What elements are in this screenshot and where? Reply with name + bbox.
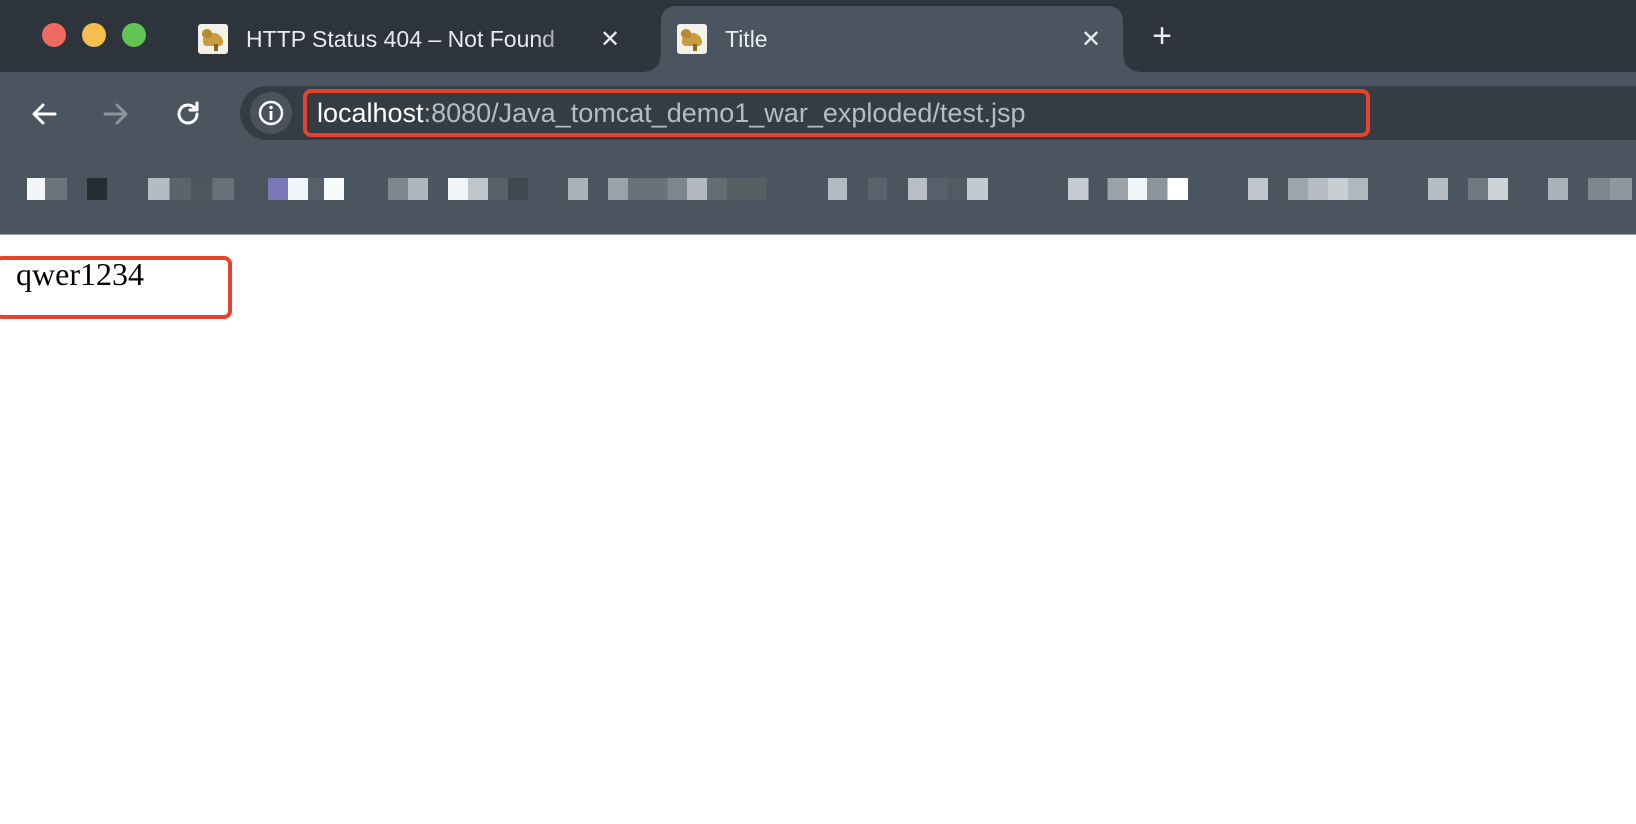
back-button[interactable] — [24, 94, 64, 134]
bookmark-item[interactable] — [1288, 178, 1368, 200]
tab-close-icon[interactable]: ✕ — [596, 25, 624, 53]
tab-http-status-404[interactable]: HTTP Status 404 – Not Found ✕ — [176, 6, 642, 72]
url-path: :8080/Java_tomcat_demo1_war_exploded/tes… — [423, 97, 1026, 128]
bookmark-item[interactable] — [608, 178, 788, 200]
bookmark-item[interactable] — [1588, 178, 1632, 200]
browser-toolbar: localhost:8080/Java_tomcat_demo1_war_exp… — [0, 72, 1636, 154]
bookmark-item[interactable] — [448, 178, 528, 200]
tab-strip: HTTP Status 404 – Not Found ✕ Title ✕ + — [0, 0, 1636, 72]
bookmark-item[interactable] — [1428, 178, 1448, 200]
tab-close-icon[interactable]: ✕ — [1077, 25, 1105, 53]
page-body-text: qwer1234 — [16, 256, 144, 292]
tomcat-favicon-icon — [198, 24, 228, 54]
info-icon — [258, 100, 284, 126]
tab-title: HTTP Status 404 – Not Found — [246, 25, 555, 52]
forward-button[interactable] — [96, 94, 136, 134]
window-close-button[interactable] — [42, 23, 66, 47]
bookmark-item[interactable] — [828, 178, 988, 200]
new-tab-button[interactable]: + — [1144, 18, 1180, 54]
reload-icon — [177, 101, 199, 125]
bookmark-item[interactable] — [568, 178, 588, 200]
window-zoom-button[interactable] — [122, 23, 146, 47]
omnibox[interactable]: localhost:8080/Java_tomcat_demo1_war_exp… — [240, 86, 1636, 140]
bookmark-item[interactable] — [388, 178, 428, 200]
tomcat-favicon-icon — [677, 24, 707, 54]
arrow-right-icon — [103, 103, 128, 125]
url-host: localhost — [317, 97, 424, 128]
bookmark-item[interactable] — [1548, 178, 1568, 200]
reload-button[interactable] — [168, 94, 208, 134]
tab-title: Title — [725, 25, 768, 52]
bookmark-item[interactable] — [87, 178, 107, 200]
bookmark-item[interactable] — [1068, 178, 1188, 200]
bookmark-item[interactable] — [1248, 178, 1268, 200]
arrow-left-icon — [32, 103, 57, 125]
url-field[interactable]: localhost:8080/Java_tomcat_demo1_war_exp… — [303, 89, 1370, 137]
bookmark-item[interactable] — [1468, 178, 1508, 200]
bookmark-item[interactable] — [27, 178, 67, 200]
site-info-button[interactable] — [250, 92, 292, 134]
window-minimize-button[interactable] — [82, 23, 106, 47]
bookmarks-bar — [0, 154, 1636, 235]
bookmark-item[interactable] — [148, 178, 234, 200]
bookmark-item[interactable] — [268, 178, 348, 200]
tab-title-active[interactable]: Title ✕ — [645, 6, 1139, 72]
